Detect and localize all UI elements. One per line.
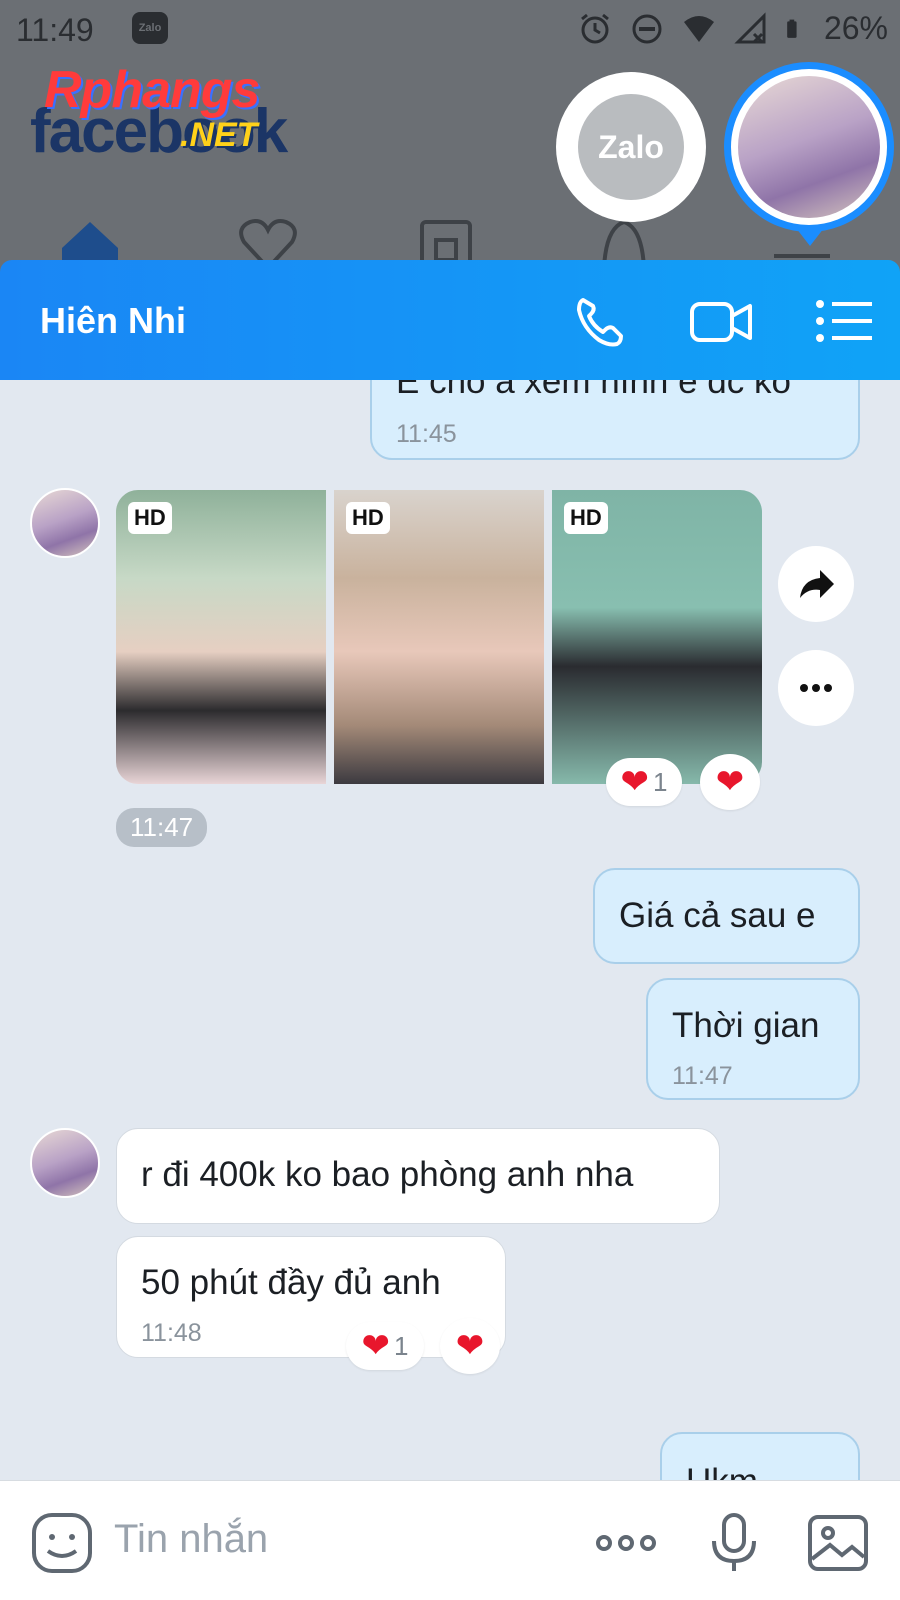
- contact-chat-head[interactable]: [724, 62, 894, 232]
- contact-name[interactable]: Hiên Nhi: [40, 300, 186, 342]
- zalo-notification-icon: Zalo: [132, 12, 168, 44]
- video-call-icon[interactable]: [686, 286, 756, 356]
- message-input-bar: Tin nhắn: [0, 1480, 900, 1600]
- contact-chat-head-photo: [738, 76, 880, 218]
- hd-badge: HD: [128, 502, 172, 534]
- message-time: 11:47: [672, 1062, 733, 1090]
- watermark-main-text: Rphangs: [44, 61, 260, 119]
- signal-icon: [734, 11, 766, 43]
- status-icons: 26%: [578, 10, 888, 47]
- hd-badge: HD: [346, 502, 390, 534]
- phone-icon[interactable]: [565, 286, 635, 356]
- message-text: r đi 400k ko bao phòng anh nha: [141, 1155, 634, 1194]
- hd-badge: HD: [564, 502, 608, 534]
- message-bubble-sent[interactable]: Giá cả sau e: [593, 868, 860, 964]
- message-text: Thời gian: [672, 1006, 820, 1045]
- message-text: Ukm: [686, 1462, 758, 1480]
- contact-avatar[interactable]: [30, 1128, 100, 1198]
- message-input[interactable]: Tin nhắn: [114, 1517, 268, 1562]
- message-time: 11:47: [116, 808, 208, 847]
- react-button[interactable]: ❤: [700, 754, 760, 810]
- heart-icon: ❤: [455, 1327, 485, 1365]
- microphone-icon[interactable]: [702, 1511, 766, 1575]
- message-time: 11:45: [396, 420, 457, 448]
- reaction-count: 1: [394, 1330, 409, 1361]
- photo-2[interactable]: HD: [334, 490, 544, 784]
- message-bubble-received[interactable]: r đi 400k ko bao phòng anh nha: [116, 1128, 720, 1224]
- message-text: E cho a xem hình e dc ko: [396, 380, 791, 401]
- message-bubble-sent[interactable]: Thời gian 11:47: [646, 978, 860, 1100]
- heart-icon: ❤: [620, 763, 650, 801]
- share-icon: [800, 570, 834, 598]
- watermark-logo: facebook Rphangs .NET: [30, 60, 330, 166]
- photo-1[interactable]: HD: [116, 490, 326, 784]
- chat-head-pointer: [796, 228, 824, 246]
- heart-icon: ❤: [715, 763, 745, 801]
- reaction-count-badge[interactable]: ❤ 1: [606, 758, 682, 806]
- status-time: 11:49: [16, 12, 94, 48]
- zalo-chat-head-label: Zalo: [578, 94, 684, 200]
- message-text: 50 phút đầy đủ anh: [141, 1263, 441, 1302]
- list-menu-icon[interactable]: [808, 286, 878, 356]
- zalo-chat-head[interactable]: Zalo: [556, 72, 706, 222]
- reaction-count: 1: [653, 766, 668, 797]
- message-bubble-sent[interactable]: E cho a xem hình e dc ko 11:45: [370, 380, 860, 460]
- chat-messages[interactable]: E cho a xem hình e dc ko 11:45 HD HD HD …: [0, 380, 900, 1480]
- do-not-disturb-icon: [632, 14, 662, 43]
- battery-icon: [787, 19, 797, 38]
- sticker-icon[interactable]: [30, 1511, 94, 1575]
- message-time: 11:48: [141, 1319, 202, 1347]
- status-bar: 11:49 Zalo 26%: [0, 0, 900, 62]
- message-bubble-sent[interactable]: Ukm: [660, 1432, 860, 1480]
- share-button[interactable]: [778, 546, 854, 622]
- reaction-count-badge[interactable]: ❤ 1: [346, 1322, 424, 1370]
- wifi-icon: [683, 15, 714, 42]
- heart-icon: ❤: [361, 1327, 391, 1365]
- message-text: Giá cả sau e: [619, 896, 816, 935]
- chat-header: Hiên Nhi: [0, 260, 900, 380]
- more-icon[interactable]: [594, 1511, 658, 1575]
- battery-percent: 26%: [823, 10, 888, 46]
- more-options-icon: [800, 684, 832, 692]
- watermark-suffix-text: .NET: [180, 116, 258, 154]
- contact-avatar[interactable]: [30, 488, 100, 558]
- photo-3[interactable]: HD: [552, 490, 762, 784]
- image-icon[interactable]: [806, 1511, 870, 1575]
- more-options-button[interactable]: [778, 650, 854, 726]
- alarm-icon: [581, 13, 609, 43]
- react-button[interactable]: ❤: [440, 1318, 500, 1374]
